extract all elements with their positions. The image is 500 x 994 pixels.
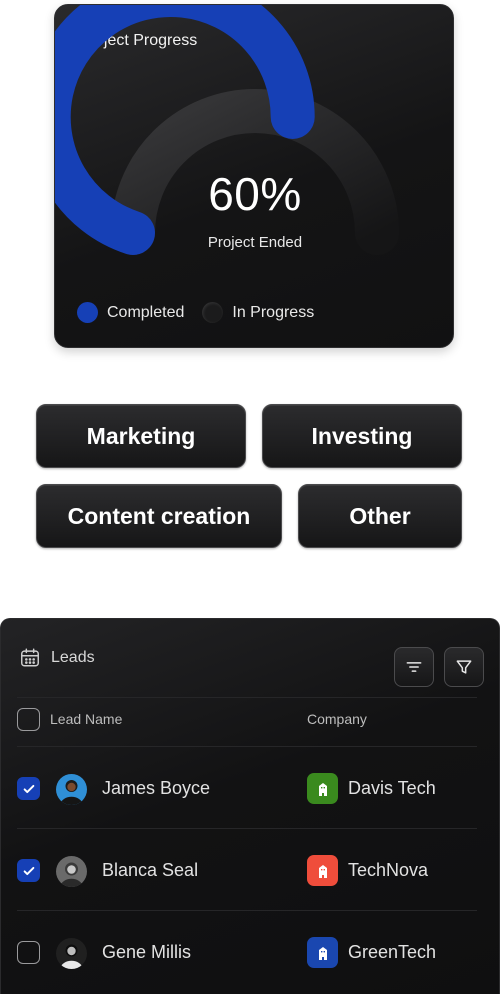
check-icon xyxy=(23,784,34,793)
avatar xyxy=(56,856,87,887)
person-photo-icon xyxy=(60,862,83,887)
avatar xyxy=(56,938,87,969)
person-photo-icon xyxy=(60,944,83,969)
building-icon xyxy=(318,946,327,960)
progress-percent: 60% xyxy=(208,168,302,220)
row-checkbox[interactable] xyxy=(17,941,40,964)
progress-gauge xyxy=(55,5,399,255)
legend-item-completed: Completed xyxy=(77,302,184,323)
divider xyxy=(17,697,477,698)
tag-marketing[interactable]: Marketing xyxy=(36,404,246,468)
legend-label: Completed xyxy=(107,303,185,321)
column-header-company[interactable]: Company xyxy=(307,711,367,727)
table-row[interactable]: Blanca Seal TechNova xyxy=(1,841,500,901)
company-name: Davis Tech xyxy=(348,778,436,798)
person-photo-icon xyxy=(60,780,83,805)
tag-content-creation[interactable]: Content creation xyxy=(36,484,282,548)
progress-caption: Project Ended xyxy=(207,234,303,251)
tag-other[interactable]: Other xyxy=(298,484,462,548)
calendar-icon xyxy=(21,648,39,667)
progress-legend: Completed In Progress xyxy=(77,302,332,323)
sort-button[interactable] xyxy=(394,647,434,687)
project-progress-card: Project Progress 60% Project Ended Compl… xyxy=(54,4,454,348)
table-row[interactable]: James Boyce Davis Tech xyxy=(1,759,500,819)
building-icon xyxy=(318,782,327,796)
leads-card: Leads Lead Name Company James Boyce Davi… xyxy=(0,618,500,994)
select-all-checkbox[interactable] xyxy=(17,708,40,731)
divider xyxy=(17,910,477,911)
company-logo xyxy=(307,937,338,968)
leads-title: Leads xyxy=(51,649,95,666)
filter-icon xyxy=(456,660,472,674)
completed-dot-icon xyxy=(77,302,98,323)
lead-name: Gene Millis xyxy=(102,942,192,962)
leads-header: Leads xyxy=(19,647,95,669)
company-name: GreenTech xyxy=(348,942,437,962)
sort-icon xyxy=(406,662,422,672)
row-checkbox[interactable] xyxy=(17,859,40,882)
building-icon xyxy=(318,864,327,878)
divider xyxy=(17,828,477,829)
tag-investing[interactable]: Investing xyxy=(262,404,462,468)
in-progress-dot-icon xyxy=(202,302,224,323)
legend-label: In Progress xyxy=(232,303,315,321)
legend-item-in-progress: In Progress xyxy=(202,302,314,323)
row-checkbox[interactable] xyxy=(17,777,40,800)
filter-button[interactable] xyxy=(444,647,484,687)
lead-name: James Boyce xyxy=(102,778,211,798)
company-logo xyxy=(307,773,338,804)
divider xyxy=(17,746,477,747)
company-name: TechNova xyxy=(348,860,429,880)
column-header-lead-name[interactable]: Lead Name xyxy=(50,711,122,727)
check-icon xyxy=(23,866,34,875)
company-logo xyxy=(307,855,338,886)
avatar xyxy=(56,774,87,805)
table-row[interactable]: Gene Millis GreenTech xyxy=(1,923,500,983)
lead-name: Blanca Seal xyxy=(102,860,199,880)
